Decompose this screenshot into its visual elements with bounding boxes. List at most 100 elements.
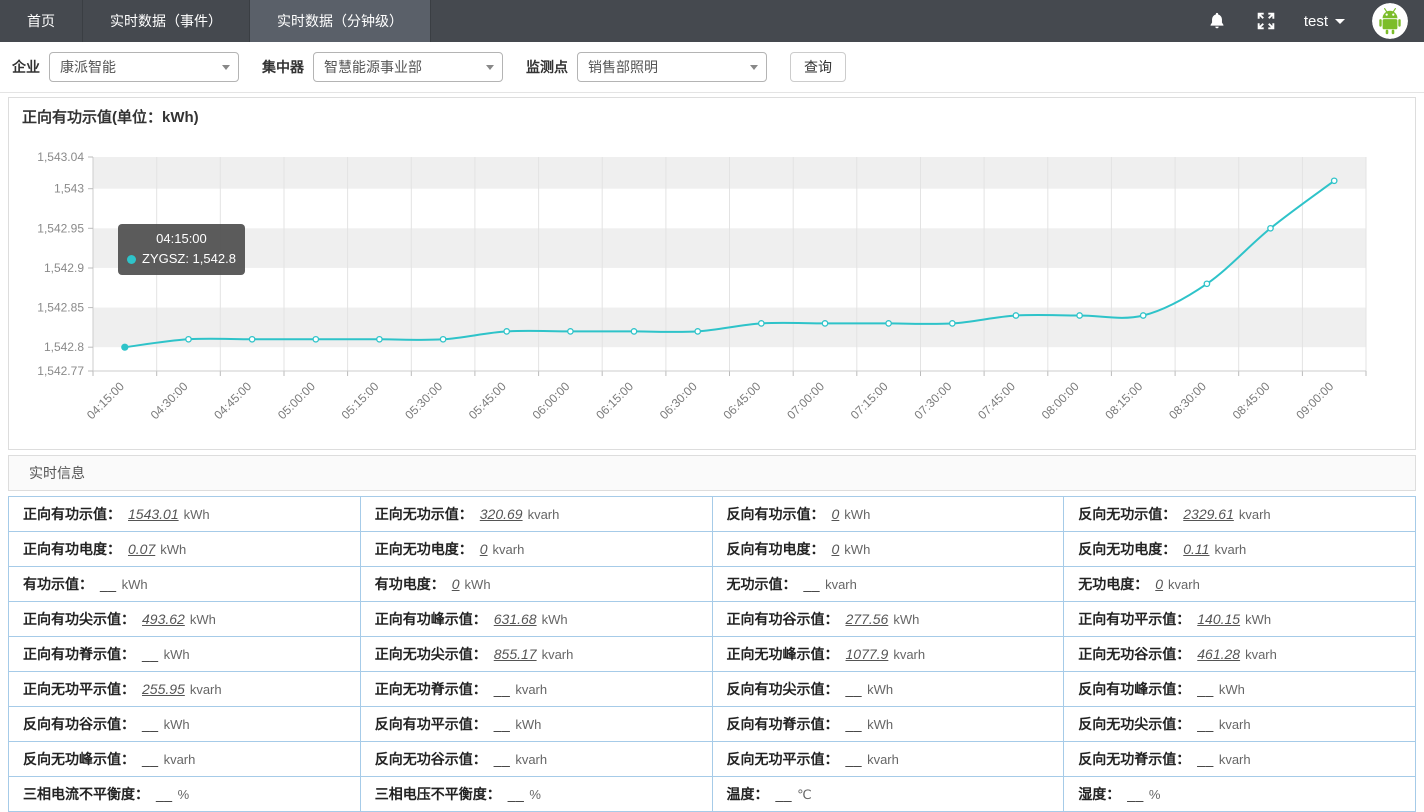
chevron-down-icon (1335, 19, 1345, 24)
cell-label: 反向有功脊示值： (727, 716, 839, 732)
chart-canvas[interactable]: 1,542.771,542.81,542.851,542.91,542.951,… (9, 98, 1415, 449)
cell-value[interactable]: 0 (480, 541, 488, 557)
table-cell: 反向无功脊示值：__kvarh (1064, 742, 1416, 777)
avatar[interactable] (1372, 3, 1408, 39)
table-cell: 正向无功电度： 0 kvarh (360, 532, 712, 567)
cell-label: 反向有功谷示值： (23, 716, 135, 732)
svg-text:1,542.95: 1,542.95 (37, 221, 84, 235)
cell-value[interactable]: 0 (1155, 576, 1163, 592)
table-row: 三相电流不平衡度：__%三相电压不平衡度：__%温度：__℃湿度：__% (9, 777, 1416, 812)
table-cell: 无功示值：__kvarh (712, 567, 1064, 602)
cell-value[interactable]: 461.28 (1197, 646, 1240, 662)
svg-text:06:15:00: 06:15:00 (593, 379, 636, 422)
table-cell: 反向有功峰示值：__kWh (1064, 672, 1416, 707)
cell-value[interactable]: 255.95 (142, 681, 185, 697)
nav-tab-1[interactable]: 实时数据（事件） (83, 0, 250, 42)
cell-value[interactable]: 631.68 (494, 611, 537, 627)
cell-value[interactable]: 2329.61 (1183, 506, 1234, 522)
cell-value[interactable]: 1543.01 (128, 506, 179, 522)
cell-unit: kvarh (164, 752, 196, 767)
svg-text:1,543.04: 1,543.04 (37, 150, 84, 164)
svg-text:1,542.9: 1,542.9 (44, 261, 84, 275)
cell-unit: kWh (160, 542, 186, 557)
cell-label: 正向无功峰示值： (727, 646, 839, 662)
svg-text:05:30:00: 05:30:00 (402, 379, 445, 422)
table-cell: 反向有功示值：0kWh (712, 497, 1064, 532)
table-cell: 湿度： __% (1064, 777, 1416, 812)
cell-unit: kvarh (528, 507, 560, 522)
fullscreen-icon[interactable] (1255, 10, 1277, 32)
cell-value[interactable]: 320.69 (480, 506, 523, 522)
svg-text:04:45:00: 04:45:00 (211, 379, 254, 422)
cell-unit: kvarh (1214, 542, 1246, 557)
cell-value[interactable]: 493.62 (142, 611, 185, 627)
chevron-down-icon (486, 65, 494, 70)
enterprise-label: 企业 (12, 57, 40, 77)
cell-value[interactable]: 277.56 (846, 611, 889, 627)
cell-unit: kvarh (1239, 507, 1271, 522)
cell-label: 正向无功电度： (375, 541, 473, 557)
table-cell: 反向无功尖示值：__kvarh (1064, 707, 1416, 742)
svg-text:08:15:00: 08:15:00 (1102, 379, 1145, 422)
nav-tab-2[interactable]: 实时数据（分钟级） (250, 0, 431, 42)
cell-value[interactable]: 0.07 (128, 541, 155, 557)
cell-value: __ (846, 751, 863, 767)
cell-unit: kWh (1219, 682, 1245, 697)
android-robot-icon (1372, 3, 1408, 39)
table-cell: 反向有功平示值：__kWh (360, 707, 712, 742)
cell-label: 三相电压不平衡度： (375, 786, 501, 802)
cell-unit: kWh (164, 717, 190, 732)
cell-label: 有功电度： (375, 576, 445, 592)
cell-value[interactable]: 0 (452, 576, 460, 592)
cell-label: 温度： (727, 786, 769, 802)
cell-unit: kvarh (493, 542, 525, 557)
cell-value[interactable]: 0.11 (1183, 541, 1209, 557)
svg-text:05:00:00: 05:00:00 (275, 379, 318, 422)
cell-unit: kvarh (893, 647, 925, 662)
cell-value: __ (142, 716, 159, 732)
cell-label: 反向有功示值： (727, 506, 825, 522)
table-cell: 有功示值：__kWh (9, 567, 361, 602)
cell-unit: kWh (190, 612, 216, 627)
cell-unit: kvarh (867, 752, 899, 767)
cell-unit: % (1149, 787, 1161, 802)
svg-text:07:15:00: 07:15:00 (848, 379, 891, 422)
cell-unit: kvarh (1168, 577, 1200, 592)
cell-value[interactable]: 140.15 (1197, 611, 1240, 627)
cell-unit: ℃ (797, 787, 812, 802)
cell-label: 湿度： (1078, 786, 1120, 802)
query-button[interactable]: 查询 (790, 52, 846, 82)
concentrator-select[interactable]: 智慧能源事业部 (313, 52, 503, 82)
cell-value: __ (1197, 751, 1214, 767)
svg-text:08:30:00: 08:30:00 (1166, 379, 1209, 422)
cell-label: 正向有功谷示值： (727, 611, 839, 627)
table-cell: 正向有功示值：1543.01kWh (9, 497, 361, 532)
nav-tab-0[interactable]: 首页 (0, 0, 83, 42)
cell-value[interactable]: 0 (832, 506, 840, 522)
cell-value: __ (508, 786, 525, 802)
enterprise-select[interactable]: 康派智能 (49, 52, 239, 82)
cell-value[interactable]: 0 (832, 541, 840, 557)
table-cell: 正向有功脊示值：__kWh (9, 637, 361, 672)
cell-label: 反向无功平示值： (727, 751, 839, 767)
cell-label: 无功示值： (727, 576, 797, 592)
cell-value: __ (1127, 786, 1144, 802)
cell-label: 无功电度： (1078, 576, 1148, 592)
point-select[interactable]: 销售部照明 (577, 52, 767, 82)
user-menu[interactable]: test (1304, 13, 1345, 30)
concentrator-selected-value: 智慧能源事业部 (324, 57, 422, 77)
cell-value[interactable]: 855.17 (494, 646, 537, 662)
cell-value[interactable]: 1077.9 (846, 646, 889, 662)
cell-label: 反向无功脊示值： (1078, 751, 1190, 767)
cell-label: 反向无功谷示值： (375, 751, 487, 767)
bell-icon[interactable] (1206, 10, 1228, 32)
cell-value: __ (494, 716, 511, 732)
table-row: 正向有功示值：1543.01kWh正向无功示值：320.69kvarh反向有功示… (9, 497, 1416, 532)
svg-text:05:45:00: 05:45:00 (466, 379, 509, 422)
enterprise-selected-value: 康派智能 (60, 57, 116, 77)
cell-unit: kWh (542, 612, 568, 627)
table-row: 正向有功脊示值：__kWh正向无功尖示值：855.17kvarh正向无功峰示值：… (9, 637, 1416, 672)
cell-label: 反向无功示值： (1078, 506, 1176, 522)
cell-value: __ (804, 576, 821, 592)
cell-value: __ (1197, 681, 1214, 697)
